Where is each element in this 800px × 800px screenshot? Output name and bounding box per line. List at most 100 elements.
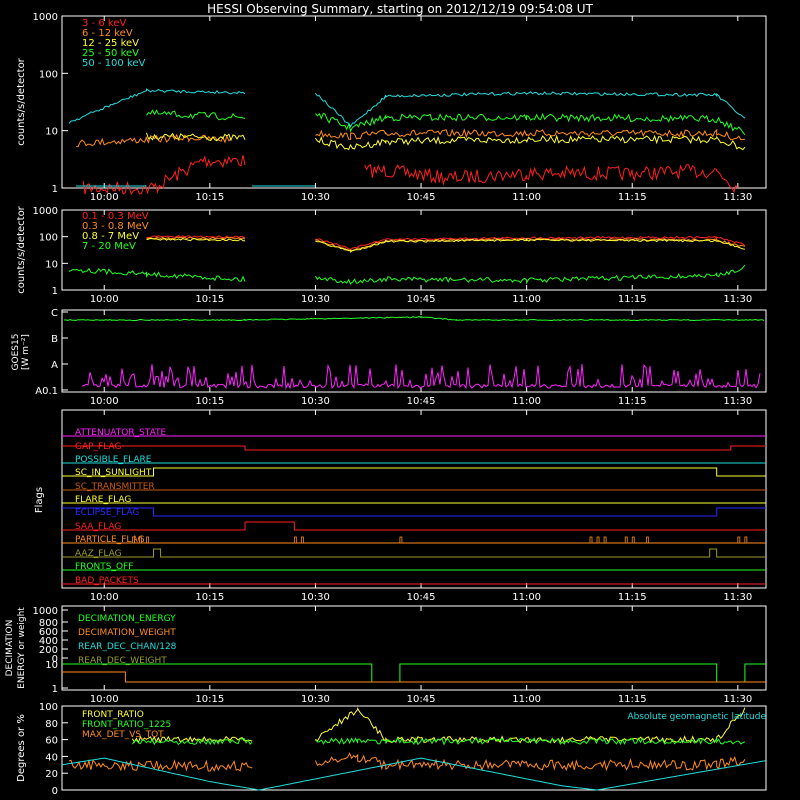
ratio-ytick-label: 0 bbox=[52, 786, 58, 797]
flags-panel-xtick-label: 11:15 bbox=[618, 592, 647, 603]
particle-dip bbox=[744, 536, 748, 544]
goes-ytick-label: C bbox=[51, 308, 58, 319]
dec-legend-item: REAR_DEC_CHAN/128 bbox=[78, 642, 177, 652]
flag-label: ECLIPSE_FLAG bbox=[75, 508, 139, 518]
ratio-ytick-label: 20 bbox=[45, 769, 58, 780]
hxr-series-line bbox=[315, 91, 746, 129]
hxr-ytick-label: 1000 bbox=[33, 12, 58, 23]
particle-dip bbox=[624, 536, 628, 544]
dec-legend-item: DECIMATION_ENERGY bbox=[78, 614, 176, 624]
flag-trace bbox=[62, 548, 766, 558]
ratio-series-line bbox=[314, 752, 746, 772]
flags-panel-xtick-label: 10:45 bbox=[407, 592, 436, 603]
ratio-series-line bbox=[61, 757, 767, 791]
goes-magenta-line bbox=[81, 363, 761, 390]
flag-label: GAP_FLAG bbox=[75, 442, 121, 452]
gamma-ytick-label: 1000 bbox=[33, 206, 58, 217]
flags-panel-xtick-label: 10:15 bbox=[195, 592, 224, 603]
hxr-panel-frame bbox=[61, 15, 767, 189]
particle-dip bbox=[131, 536, 135, 544]
dec-weight-line bbox=[62, 671, 766, 683]
hxr-legend-item: 50 - 100 keV bbox=[82, 58, 146, 69]
goes-panel-xtick-label: 11:15 bbox=[618, 396, 647, 407]
particle-dip bbox=[146, 536, 149, 544]
flag-trace bbox=[62, 467, 766, 477]
decimation-panel-xtick-label: 11:15 bbox=[618, 694, 647, 705]
ratio-annotation: Absolute geomagnetic latitude bbox=[627, 712, 766, 722]
goes-green-line bbox=[63, 315, 765, 322]
ratio-ytick-label: 40 bbox=[45, 752, 58, 763]
ratio-series-line bbox=[68, 758, 253, 772]
chart-title: HESSI Observing Summary, starting on 201… bbox=[207, 2, 593, 16]
ratio-ytick-label: 60 bbox=[45, 736, 58, 747]
gamma-series-line bbox=[146, 237, 246, 242]
goes-panel-xtick-label: 10:45 bbox=[407, 396, 436, 407]
decimation-panel-xtick-label: 11:30 bbox=[723, 694, 752, 705]
observing-summary-chart: HESSI Observing Summary, starting on 201… bbox=[5, 2, 767, 797]
goes-ytick-label: A0.1 bbox=[35, 386, 58, 397]
dec-ytick-label: 1000 bbox=[33, 606, 58, 617]
ratio-legend-item: FRONT_RATIO bbox=[82, 710, 144, 720]
decimation-panel-xtick-label: 10:45 bbox=[407, 694, 436, 705]
gamma-panel-xtick-label: 10:15 bbox=[195, 294, 224, 305]
ratio-ytick-label: 100 bbox=[39, 702, 58, 713]
decimation-panel-xtick-label: 10:30 bbox=[301, 694, 330, 705]
gamma-ytick-label: 1 bbox=[52, 286, 58, 297]
hxr-ylabel: counts/s/detector bbox=[16, 57, 27, 145]
dec-legend-item: DECIMATION_WEIGHT bbox=[78, 628, 176, 638]
gamma-ytick-label: 10 bbox=[45, 259, 58, 270]
ratio-ytick-label: 80 bbox=[45, 719, 58, 730]
goes-panel-xtick-label: 10:30 bbox=[301, 396, 330, 407]
goes-panel-xtick-label: 11:00 bbox=[512, 396, 541, 407]
hxr-panel-xtick-label: 11:15 bbox=[618, 192, 647, 203]
decimation-panel-xtick-label: 10:00 bbox=[90, 694, 119, 705]
particle-dip bbox=[139, 536, 142, 544]
gamma-panel-xtick-label: 10:45 bbox=[407, 294, 436, 305]
gamma-panel-xtick-label: 11:30 bbox=[723, 294, 752, 305]
hxr-series-line bbox=[314, 134, 746, 151]
gamma-series-line bbox=[314, 264, 746, 285]
hxr-panel-xtick-label: 10:00 bbox=[90, 192, 119, 203]
goes-panel-xtick-label: 10:15 bbox=[195, 396, 224, 407]
hxr-panel-xtick-label: 11:30 bbox=[723, 192, 752, 203]
flags-ylabel: Flags bbox=[34, 487, 45, 513]
flags-panel-frame bbox=[61, 409, 767, 589]
hxr-ytick-label: 1 bbox=[52, 184, 58, 195]
goes-panel-xtick-label: 11:30 bbox=[723, 396, 752, 407]
flags-panel-xtick-label: 10:30 bbox=[301, 592, 330, 603]
hxr-panel-xtick-label: 10:30 bbox=[301, 192, 330, 203]
decimation-panel-xtick-label: 10:15 bbox=[195, 694, 224, 705]
gamma-panel-xtick-label: 10:30 bbox=[301, 294, 330, 305]
gamma-legend-item: 7 - 20 MeV bbox=[82, 241, 136, 252]
hxr-panel-xtick-label: 10:45 bbox=[407, 192, 436, 203]
ratio-legend-item: MAX_DET_VS_TOT bbox=[82, 730, 164, 740]
panels-group: 10:00 10:15 10:30 10:45 11:00 11:15 11:3011010… bbox=[5, 12, 767, 797]
particle-dip bbox=[589, 536, 593, 544]
flags-panel-xtick-label: 11:30 bbox=[723, 592, 752, 603]
particle-dip bbox=[737, 536, 741, 544]
gamma-panel-xtick-label: 10:00 bbox=[90, 294, 119, 305]
goes-yunit: [W m⁻²] bbox=[21, 334, 31, 370]
gamma-panel-xtick-label: 11:00 bbox=[512, 294, 541, 305]
hxr-ytick-label: 10 bbox=[45, 127, 58, 138]
hxr-panel-xtick-label: 11:00 bbox=[512, 192, 541, 203]
ratio-ylabel: Degrees or % bbox=[16, 714, 27, 782]
particle-dip bbox=[293, 536, 297, 544]
gamma-panel-xtick-label: 11:15 bbox=[618, 294, 647, 305]
flag-trace bbox=[62, 521, 766, 531]
flags-panel-xtick-label: 10:00 bbox=[90, 592, 119, 603]
particle-dip bbox=[645, 536, 649, 544]
hxr-series-line bbox=[68, 88, 246, 124]
goes-ytick-label: B bbox=[51, 334, 58, 345]
particle-dip bbox=[603, 536, 607, 544]
decimation-panel-xtick-label: 11:00 bbox=[512, 694, 541, 705]
goes-ytick-label: A bbox=[51, 360, 58, 371]
gamma-ylabel: counts/s/detector bbox=[16, 205, 27, 293]
gamma-ytick-label: 100 bbox=[39, 233, 58, 244]
dec-ytick-label: 10 bbox=[45, 660, 58, 671]
dec-ytick-label: 1 bbox=[52, 684, 58, 695]
flags-panel-xtick-label: 11:00 bbox=[512, 592, 541, 603]
goes-panel-xtick-label: 10:00 bbox=[90, 396, 119, 407]
particle-dip bbox=[300, 536, 304, 544]
gamma-series-line bbox=[68, 267, 246, 282]
